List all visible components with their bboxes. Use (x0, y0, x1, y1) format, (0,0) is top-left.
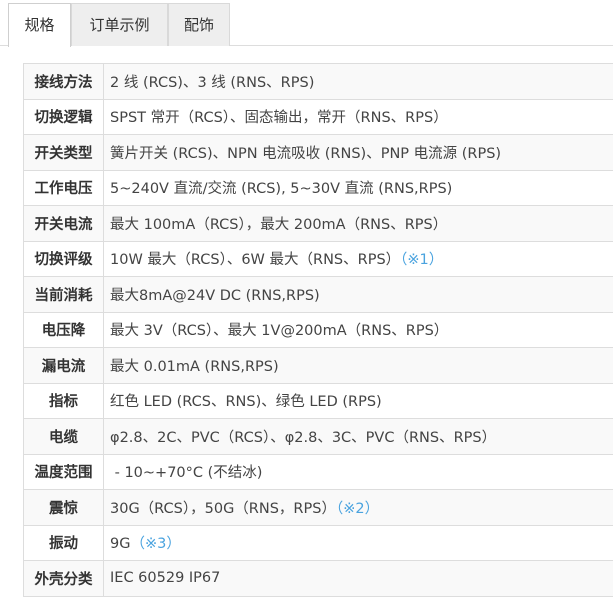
spec-footnote-link[interactable]: （※2） (336, 501, 379, 517)
spec-row: 指标 红色 LED (RCS、RNS)、绿色 LED (RPS) (23, 382, 613, 419)
spec-label: 电压降 (23, 311, 104, 348)
spec-label: 漏电流 (23, 347, 104, 384)
spec-value-cell: 红色 LED (RCS、RNS)、绿色 LED (RPS) (103, 382, 613, 419)
spec-row: 接线方法 2 线 (RCS)、3 线 (RNS、RPS) (23, 63, 613, 100)
spec-value-cell: 5~240V 直流/交流 (RCS), 5~30V 直流 (RNS,RPS) (103, 169, 613, 206)
spec-value: IEC 60529 IP67 (110, 570, 221, 587)
spec-label: 当前消耗 (23, 276, 104, 313)
spec-value-cell: 簧片开关 (RCS)、NPN 电流吸收 (RNS)、PNP 电流源 (RPS) (103, 134, 613, 171)
spec-row: 开关类型 簧片开关 (RCS)、NPN 电流吸收 (RNS)、PNP 电流源 (R… (23, 134, 613, 171)
spec-row: 切换评级 10W 最大（RCS）、6W 最大（RNS、RPS）（※1） (23, 240, 613, 277)
spec-value: SPST 常开（RCS）、固态输出，常开（RNS、RPS） (110, 110, 448, 127)
spec-value: 9G (110, 536, 131, 553)
spec-label: 震惊 (23, 489, 104, 526)
spec-value-cell: 2 线 (RCS)、3 线 (RNS、RPS) (103, 63, 613, 100)
spec-row: 振动 9G（※3） (23, 524, 613, 561)
spec-value-cell: 最大 0.01mA (RNS,RPS) (103, 347, 613, 384)
spec-value: 最大 3V（RCS）、最大 1V@200mA（RNS、RPS） (110, 323, 449, 340)
spec-row: 切换逻辑 SPST 常开（RCS）、固态输出，常开（RNS、RPS） (23, 98, 613, 135)
tab-bar: 规格 订单示例 配饰 (0, 0, 613, 47)
spec-row: 电缆 φ2.8、2C、PVC（RCS）、φ2.8、3C、PVC（RNS、RPS） (23, 418, 613, 455)
spec-value-cell: 最大 3V（RCS）、最大 1V@200mA（RNS、RPS） (103, 311, 613, 348)
spec-value: 10W 最大（RCS）、6W 最大（RNS、RPS） (110, 252, 401, 269)
spec-row: 开关电流 最大 100mA（RCS），最大 200mA（RNS、RPS） (23, 205, 613, 242)
spec-value-cell: - 10~+70°C (不结冰) (103, 453, 613, 490)
spec-footnote-link[interactable]: （※3） (130, 536, 180, 552)
spec-row: 震惊 30G（RCS），50G（RNS，RPS）（※2） (23, 489, 613, 526)
spec-value: - 10~+70°C (不结冰) (110, 465, 263, 482)
tab-specs[interactable]: 规格 (8, 3, 71, 47)
spec-value-cell: SPST 常开（RCS）、固态输出，常开（RNS、RPS） (103, 98, 613, 135)
tab-accessories[interactable]: 配饰 (168, 3, 230, 46)
spec-value: 5~240V 直流/交流 (RCS), 5~30V 直流 (RNS,RPS) (110, 181, 453, 198)
spec-value-cell: 最大8mA@24V DC (RNS,RPS) (103, 276, 613, 313)
spec-label: 电缆 (23, 418, 104, 455)
spec-row: 温度范围 - 10~+70°C (不结冰) (23, 453, 613, 490)
spec-value: 最大8mA@24V DC (RNS,RPS) (110, 287, 320, 304)
spec-value-cell: 9G（※3） (103, 524, 613, 561)
spec-label: 切换逻辑 (23, 98, 104, 135)
spec-value-cell: φ2.8、2C、PVC（RCS）、φ2.8、3C、PVC（RNS、RPS） (103, 418, 613, 455)
spec-value-cell: 30G（RCS），50G（RNS，RPS）（※2） (103, 489, 613, 526)
spec-label: 工作电压 (23, 169, 104, 206)
spec-value: 最大 100mA（RCS），最大 200mA（RNS、RPS） (110, 216, 448, 233)
spec-value: 30G（RCS），50G（RNS，RPS） (110, 500, 336, 517)
spec-label: 外壳分类 (23, 560, 104, 597)
spec-row: 当前消耗 最大8mA@24V DC (RNS,RPS) (23, 276, 613, 313)
spec-row: 外壳分类 IEC 60529 IP67 (23, 560, 613, 597)
spec-label: 开关类型 (23, 134, 104, 171)
spec-value-cell: 最大 100mA（RCS），最大 200mA（RNS、RPS） (103, 205, 613, 242)
spec-value-cell: 10W 最大（RCS）、6W 最大（RNS、RPS）（※1） (103, 240, 613, 277)
spec-row: 电压降 最大 3V（RCS）、最大 1V@200mA（RNS、RPS） (23, 311, 613, 348)
spec-value: 簧片开关 (RCS)、NPN 电流吸收 (RNS)、PNP 电流源 (RPS) (110, 145, 502, 162)
spec-label: 温度范围 (23, 453, 104, 490)
spec-row: 工作电压 5~240V 直流/交流 (RCS), 5~30V 直流 (RNS,RP… (23, 169, 613, 206)
spec-footnote-link[interactable]: （※1） (400, 252, 443, 268)
spec-value: 红色 LED (RCS、RNS)、绿色 LED (RPS) (110, 394, 382, 411)
tab-order-examples[interactable]: 订单示例 (71, 3, 168, 46)
spec-label: 接线方法 (23, 63, 104, 100)
spec-row: 漏电流 最大 0.01mA (RNS,RPS) (23, 347, 613, 384)
spec-value: 最大 0.01mA (RNS,RPS) (110, 358, 279, 375)
spec-table: 接线方法 2 线 (RCS)、3 线 (RNS、RPS) 切换逻辑 SPST 常开（R… (23, 63, 613, 597)
spec-value: φ2.8、2C、PVC（RCS）、φ2.8、3C、PVC（RNS、RPS） (110, 429, 497, 446)
spec-label: 指标 (23, 382, 104, 419)
spec-label: 切换评级 (23, 240, 104, 277)
spec-value: 2 线 (RCS)、3 线 (RNS、RPS) (110, 74, 315, 91)
spec-label: 开关电流 (23, 205, 104, 242)
spec-label: 振动 (23, 524, 104, 561)
spec-value-cell: IEC 60529 IP67 (103, 560, 613, 597)
